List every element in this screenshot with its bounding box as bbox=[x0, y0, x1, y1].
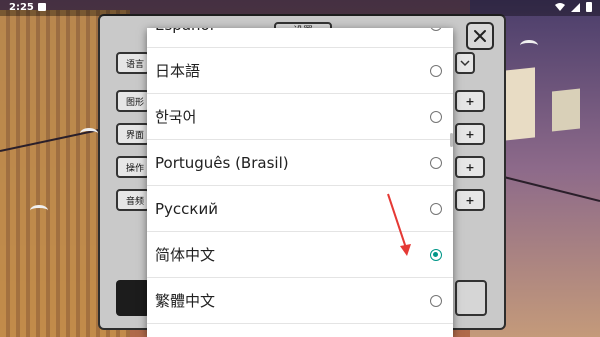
status-bar: 2:25 bbox=[0, 0, 600, 16]
radio-button[interactable] bbox=[430, 203, 442, 215]
interface-expand-button[interactable]: + bbox=[455, 123, 485, 145]
language-option-label: Русский bbox=[155, 200, 218, 218]
audio-expand-button[interactable]: + bbox=[455, 189, 485, 211]
controls-expand-button[interactable]: + bbox=[455, 156, 485, 178]
language-option-label: 简体中文 bbox=[155, 246, 216, 264]
wifi-icon bbox=[555, 3, 565, 11]
language-option-selected[interactable]: 简体中文 bbox=[147, 232, 453, 278]
row-label: 界面 bbox=[126, 131, 145, 141]
battery-icon bbox=[586, 2, 592, 12]
language-option[interactable]: 日本語 bbox=[147, 48, 453, 94]
language-row[interactable]: 语言 bbox=[116, 52, 150, 74]
notification-icon bbox=[38, 3, 46, 11]
language-option[interactable]: Español bbox=[147, 28, 453, 48]
bottom-left-button[interactable] bbox=[116, 280, 150, 316]
radio-button[interactable] bbox=[430, 65, 442, 77]
status-time: 2:25 bbox=[9, 2, 34, 13]
row-label: 语言 bbox=[126, 60, 145, 70]
audio-row[interactable]: 音频 bbox=[116, 189, 150, 211]
dialog-scrollbar[interactable] bbox=[450, 133, 453, 147]
controls-row[interactable]: 操作 bbox=[116, 156, 150, 178]
graphics-expand-button[interactable]: + bbox=[455, 90, 485, 112]
bird-icon bbox=[80, 128, 98, 139]
graphics-row[interactable]: 图形 bbox=[116, 90, 150, 112]
close-button[interactable] bbox=[466, 22, 494, 50]
language-option[interactable]: 繁體中文 bbox=[147, 278, 453, 324]
bird-icon bbox=[30, 205, 48, 216]
language-option-label: 한국어 bbox=[155, 108, 197, 126]
radio-button[interactable] bbox=[430, 295, 442, 307]
interface-row[interactable]: 界面 bbox=[116, 123, 150, 145]
chevron-down-icon bbox=[460, 60, 470, 67]
language-option[interactable]: 한국어 bbox=[147, 94, 453, 140]
signboard-small bbox=[552, 88, 580, 132]
language-dropdown-button[interactable] bbox=[455, 52, 475, 74]
row-label: 音频 bbox=[126, 197, 145, 207]
language-selection-dialog: Español 日本語 한국어 Português (Brasil) Русск… bbox=[147, 28, 453, 337]
language-option-label: 繁體中文 bbox=[155, 292, 216, 310]
radio-button[interactable] bbox=[430, 157, 442, 169]
language-option-label: 日本語 bbox=[155, 62, 201, 80]
radio-button[interactable] bbox=[430, 28, 442, 31]
language-option-label: Português (Brasil) bbox=[155, 154, 289, 172]
signal-icon bbox=[571, 2, 580, 12]
row-label: 图形 bbox=[126, 98, 145, 108]
language-option[interactable]: Português (Brasil) bbox=[147, 140, 453, 186]
language-option-label: Español bbox=[155, 28, 214, 48]
bird-icon bbox=[520, 40, 538, 51]
radio-button[interactable] bbox=[430, 111, 442, 123]
bottom-right-button[interactable] bbox=[455, 280, 487, 316]
radio-button-checked[interactable] bbox=[430, 249, 442, 261]
row-label: 操作 bbox=[126, 164, 145, 174]
close-icon bbox=[474, 30, 486, 42]
language-option[interactable]: Русский bbox=[147, 186, 453, 232]
